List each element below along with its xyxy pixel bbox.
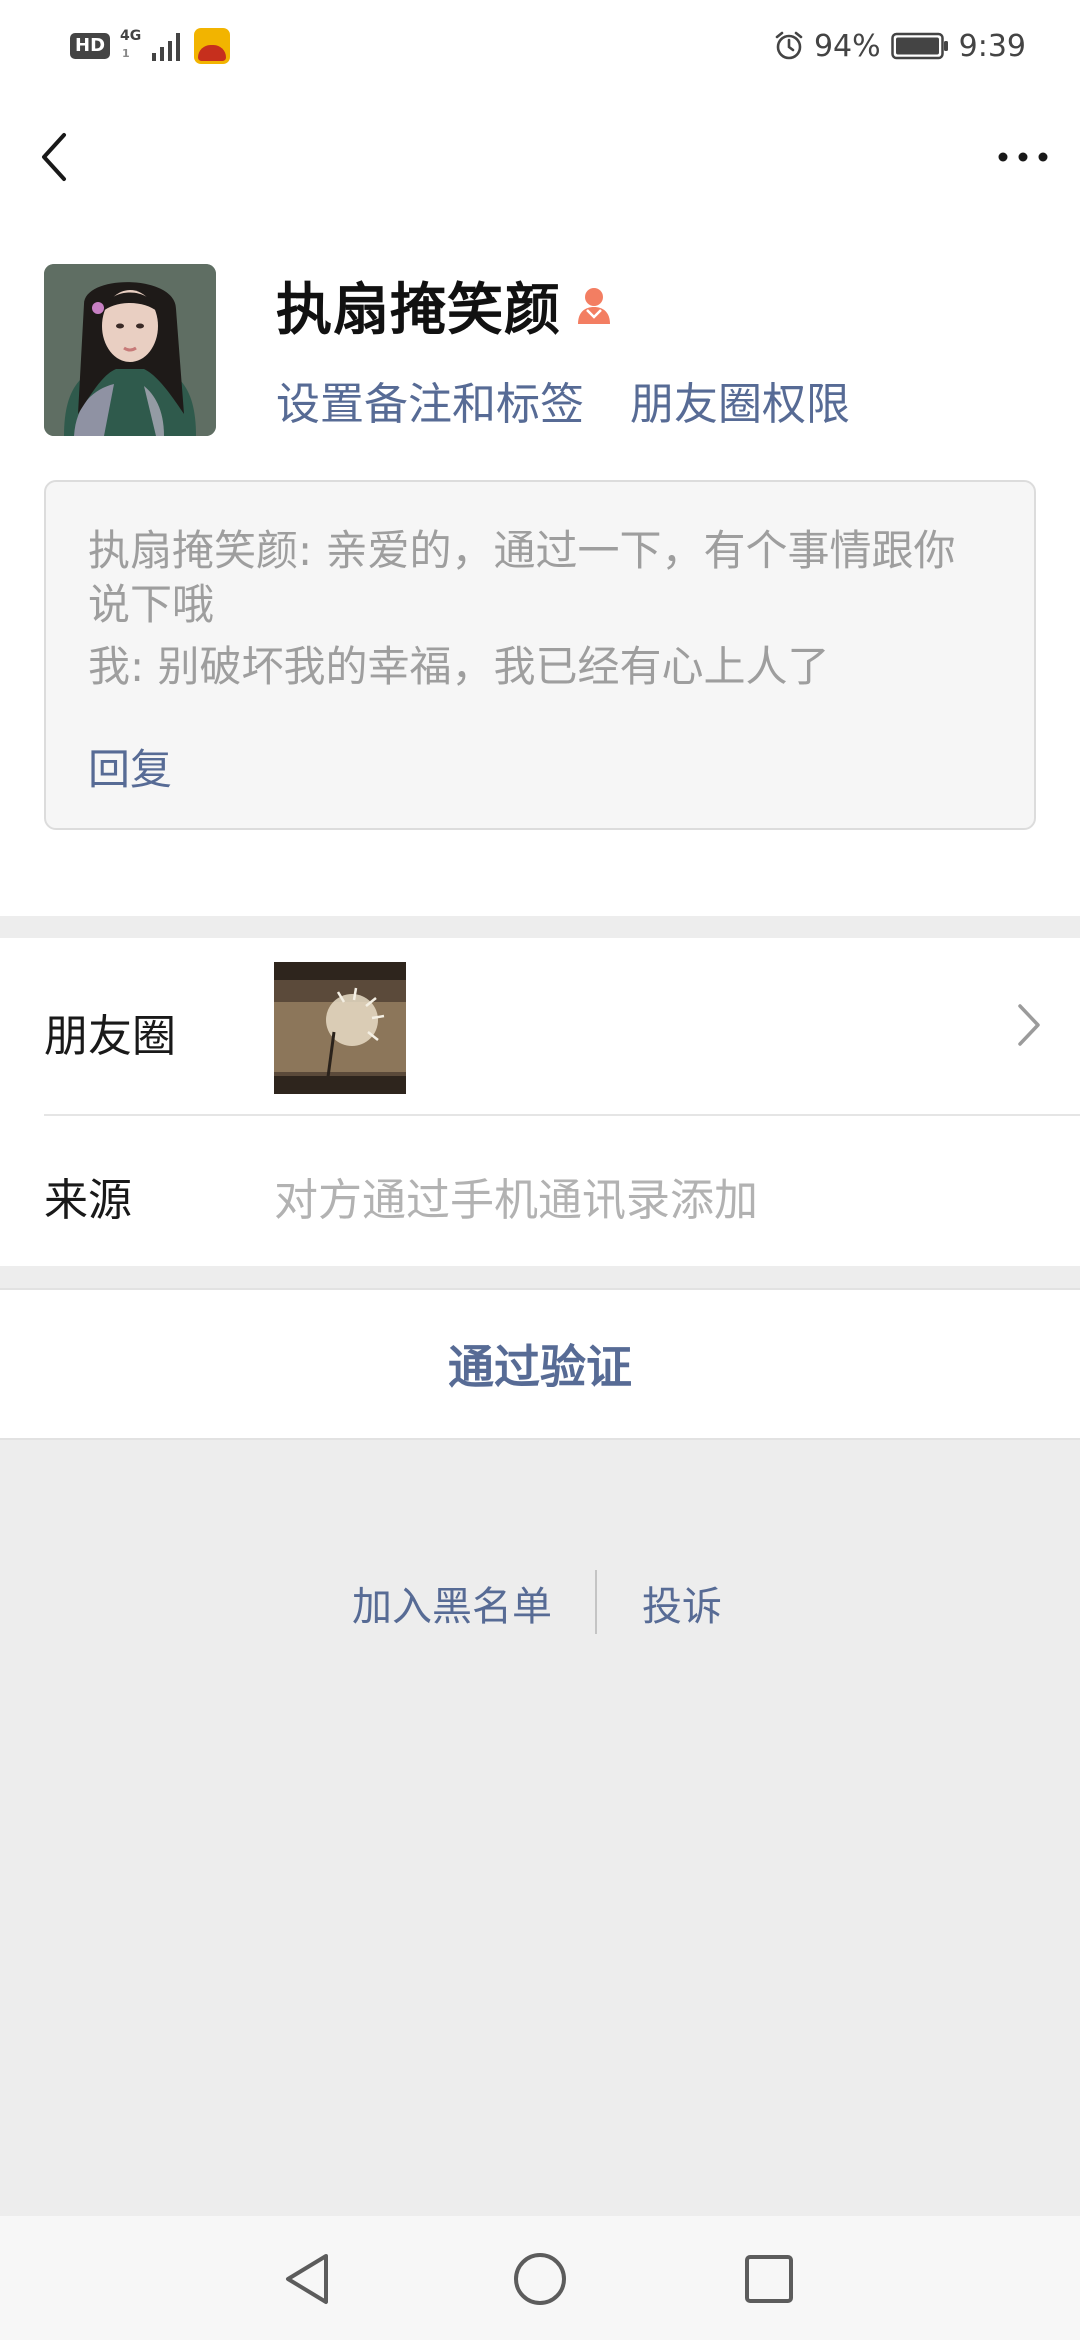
status-bar: HD 4G 1 94% 9:39 [0,0,1080,92]
system-home-button[interactable] [505,2244,575,2314]
moments-thumbnail [274,962,406,1094]
network-type: 4G 1 [120,28,148,64]
name-row: 执扇掩笑颜 [276,270,615,343]
source-value: 对方通过手机通讯录添加 [274,1175,758,1226]
system-nav-bar [0,2216,1080,2340]
avatar-image [44,264,216,436]
status-left: HD 4G 1 [70,26,231,66]
source-label: 来源 [44,1175,132,1226]
triangle-back-icon [286,2254,328,2304]
profile-links: 设置备注和标签 朋友圈权限 [276,368,850,432]
system-recents-button[interactable] [734,2244,804,2314]
hd-badge: HD [70,33,111,59]
female-icon [578,288,610,324]
top-nav [0,92,1080,222]
back-button[interactable] [28,122,78,192]
circle-home-icon [514,2253,566,2305]
moments-label: 朋友圈 [44,1011,176,1062]
battery-icon [890,32,948,60]
square-recents-icon [745,2255,793,2303]
avatar[interactable] [44,264,216,436]
profile-section: 执扇掩笑颜 设置备注和标签 朋友圈权限 执扇掩笑颜: 亲爱的，通过一下，有个事情… [0,222,1080,916]
verification-message-card: 执扇掩笑颜: 亲爱的，通过一下，有个事情跟你说下哦 我: 别破坏我的幸福，我已经… [44,480,1036,830]
signal-icon [152,31,181,61]
reply-link[interactable]: 回复 [88,736,172,797]
profile-name: 执扇掩笑颜 [276,277,561,343]
source-row: 来源 对方通过手机通讯录添加 [0,1116,1080,1266]
add-to-blacklist-link[interactable]: 加入黑名单 [352,1574,552,1632]
network-sub-label: 1 [122,47,130,60]
verify-section: 通过验证 [0,1288,1080,1440]
accept-verification-button[interactable]: 通过验证 [0,1290,1080,1438]
info-section: 朋友圈 来源 对方通过手机通讯录添加 [0,938,1080,1266]
network-label: 4G [120,28,142,44]
more-button[interactable] [988,122,1058,192]
system-back-button[interactable] [272,2244,342,2314]
moments-row[interactable]: 朋友圈 [0,938,1080,1114]
message-from-me: 我: 别破坏我的幸福，我已经有心上人了 [88,642,830,691]
status-right: 94% 9:39 [774,26,1026,66]
moments-permission-link[interactable]: 朋友圈权限 [630,368,850,432]
link-divider [595,1570,597,1634]
battery-percent: 94% [813,28,881,64]
chevron-right-icon [1018,1004,1040,1046]
bottom-links: 加入黑名单 投诉 [0,1562,1080,1642]
more-dots-icon [998,152,1048,162]
alarm-icon [775,31,803,60]
clock: 9:39 [958,28,1026,64]
sogou-input-icon [194,28,231,64]
back-arrow-icon [42,133,66,181]
set-remark-link[interactable]: 设置备注和标签 [276,368,584,432]
message-from-requester: 执扇掩笑颜: 亲爱的，通过一下，有个事情跟你说下哦 [88,526,956,629]
report-link[interactable]: 投诉 [642,1574,722,1632]
